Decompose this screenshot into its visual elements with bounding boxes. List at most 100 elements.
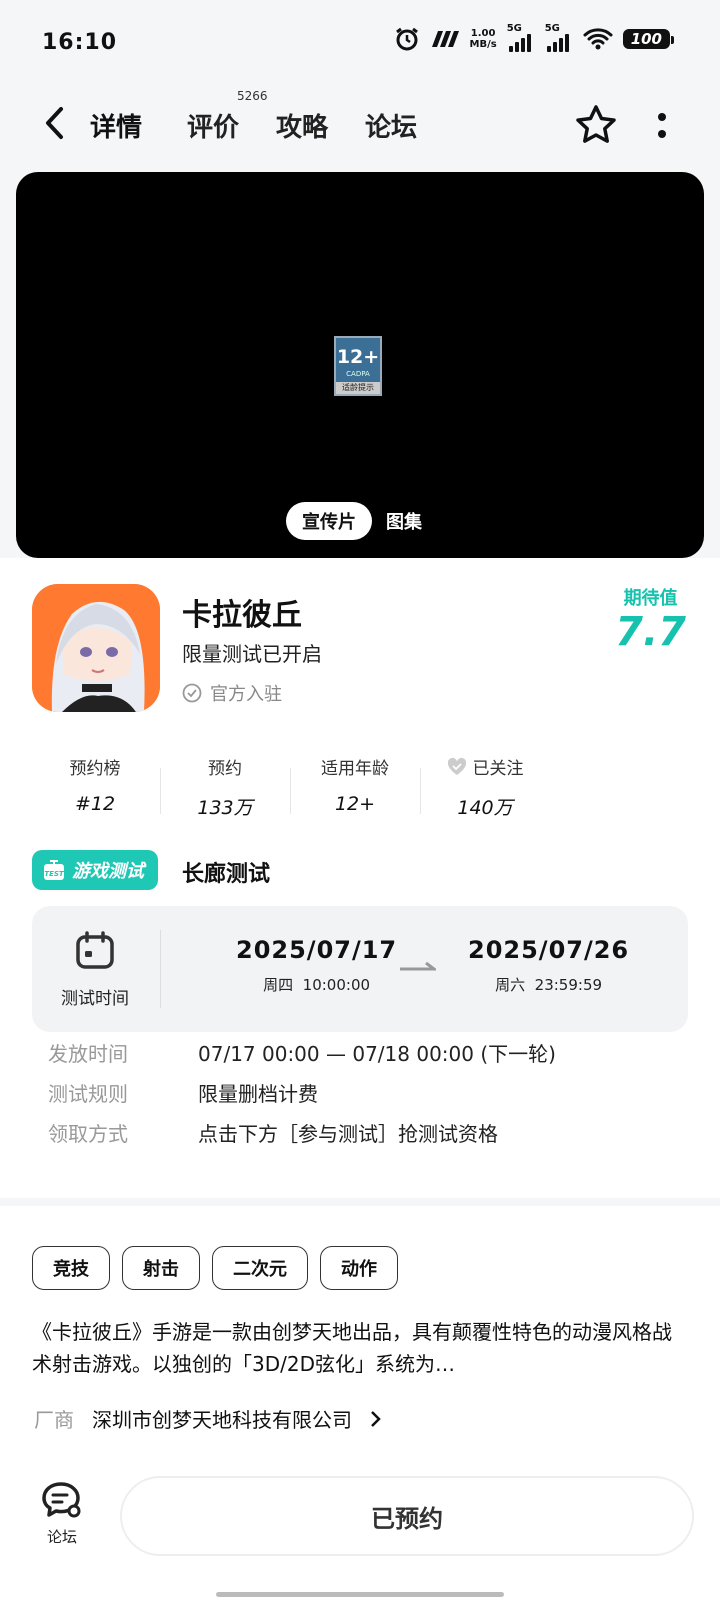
- chevron-right-icon: [371, 1410, 381, 1427]
- alarm-icon: [394, 26, 420, 52]
- arrow-right-icon: [400, 958, 439, 977]
- svg-text:TEST: TEST: [44, 870, 65, 878]
- test-end: 2025/07/26 周六 23:59:59: [468, 936, 629, 995]
- video-player[interactable]: 12+ CADPA 适龄提示 宣传片 图集: [16, 172, 704, 558]
- reserved-button[interactable]: 已预约: [120, 1476, 694, 1556]
- stat-follow-label: 已关注: [472, 759, 524, 779]
- rating-tip: 适龄提示: [336, 382, 380, 394]
- stat-rank-value: #12: [74, 793, 116, 815]
- stat-age-value: 12+: [334, 793, 376, 815]
- genre-tags: 竞技 射击 二次元 动作: [32, 1246, 398, 1290]
- status-icons: 1.00 MB/s 5G 5G 100: [394, 23, 675, 52]
- game-description[interactable]: 《卡拉彼丘》手游是一款由创梦天地出品，具有颠覆性特色的动漫风格战术射击游戏。以独…: [32, 1316, 682, 1380]
- genre-tag[interactable]: 竞技: [32, 1246, 110, 1290]
- star-icon: [576, 105, 616, 143]
- forum-label: 论坛: [46, 1528, 77, 1546]
- calendar-icon: [76, 930, 114, 969]
- test-name: 长廊测试: [182, 862, 271, 887]
- more-dot-icon: [658, 129, 666, 138]
- reviews-count-badge: 5266: [237, 89, 268, 103]
- net2-label: 5G: [544, 23, 560, 34]
- bottom-action-bar: 论坛 已预约: [0, 1468, 720, 1600]
- signal-5g-1-icon: 5G: [506, 23, 535, 52]
- age-rating-badge: 12+ CADPA 适龄提示: [334, 336, 382, 396]
- test-start-date: 2025/07/17: [236, 936, 398, 964]
- divider: [160, 930, 161, 1008]
- info-claim-label: 领取方式: [48, 1122, 128, 1146]
- expectation-score: 期待值 7.7: [615, 584, 686, 654]
- test-start-weekday: 周四: [263, 976, 294, 994]
- media-tabs: 宣传片 图集: [286, 502, 422, 540]
- info-row-rules: 测试规则 限量删档计费: [48, 1078, 318, 1107]
- test-time-card: 测试时间 2025/07/17 周四 10:00:00 2025/07/26 周…: [32, 906, 688, 1032]
- info-release-label: 发放时间: [48, 1042, 128, 1066]
- status-time: 16:10: [42, 30, 118, 55]
- heart-icon: [447, 757, 466, 775]
- battery-indicator: 100: [622, 29, 675, 49]
- tab-details-label: 详情: [90, 113, 143, 143]
- test-clock-icon: TEST: [44, 860, 65, 880]
- signal-5g-2-icon: 5G: [544, 23, 573, 52]
- expectation-label: 期待值: [623, 588, 678, 609]
- stat-reservations-value: 133万: [197, 797, 253, 819]
- tab-forum[interactable]: 论坛: [365, 107, 417, 144]
- rating-number: 12+: [336, 346, 380, 368]
- info-row-release: 发放时间 07/17 00:00 — 07/18 00:00 (下一轮): [48, 1038, 556, 1067]
- game-test-tag: TEST 游戏测试: [32, 850, 158, 890]
- forum-chat-icon: [42, 1482, 81, 1518]
- stat-rank[interactable]: 预约榜 #12: [30, 754, 160, 824]
- official-badge: 官方入驻: [182, 680, 282, 706]
- media-tab-gallery[interactable]: 图集: [386, 508, 422, 534]
- stat-follow[interactable]: 已关注 140万: [420, 754, 550, 824]
- vendor-label: 厂商: [34, 1408, 74, 1432]
- tab-details[interactable]: 详情: [84, 107, 149, 146]
- wifi-icon: [583, 27, 613, 51]
- info-row-claim: 领取方式 点击下方［参与测试］抢测试资格: [48, 1118, 498, 1147]
- test-end-date: 2025/07/26: [468, 936, 630, 964]
- genre-tag[interactable]: 动作: [320, 1246, 398, 1290]
- stat-reservations-label: 预约: [208, 759, 242, 779]
- info-rules-value: 限量删档计费: [198, 1082, 318, 1106]
- home-indicator[interactable]: [216, 1592, 504, 1597]
- test-end-time: 23:59:59: [534, 976, 603, 994]
- status-bar: 16:10 1.00 MB/s 5G 5G 100: [0, 0, 720, 90]
- game-subtitle: 限量测试已开启: [182, 642, 322, 666]
- forum-button[interactable]: 论坛: [36, 1480, 88, 1547]
- vendor-name: 深圳市创梦天地科技有限公司: [92, 1408, 352, 1432]
- speed-value: 1.00: [470, 28, 496, 39]
- expectation-value: 7.7: [615, 609, 686, 655]
- test-time-label-block: 测试时间: [32, 906, 158, 1032]
- notification-app-icon: [430, 29, 460, 49]
- official-label: 官方入驻: [210, 684, 282, 705]
- test-time-label: 测试时间: [61, 988, 129, 1009]
- tab-reviews[interactable]: 评价: [187, 107, 239, 144]
- game-test-tag-label: 游戏测试: [72, 861, 144, 882]
- tab-guides[interactable]: 攻略: [276, 107, 328, 144]
- genre-tag[interactable]: 射击: [122, 1246, 200, 1290]
- stat-follow-value: 140万: [457, 797, 513, 819]
- tab-guides-label: 攻略: [276, 113, 329, 143]
- media-tab-trailer[interactable]: 宣传片: [286, 502, 372, 540]
- favorite-button[interactable]: [570, 99, 622, 151]
- more-dot-icon: [658, 112, 666, 121]
- top-nav: 详情 评价 5266 攻略 论坛: [0, 89, 720, 155]
- info-release-value: 07/17 00:00 — 07/18 00:00 (下一轮): [198, 1042, 556, 1066]
- info-claim-value: 点击下方［参与测试］抢测试资格: [198, 1122, 498, 1146]
- back-button[interactable]: [36, 103, 72, 143]
- stat-age-label: 适用年龄: [321, 759, 389, 779]
- back-arrow-icon: [46, 107, 63, 139]
- info-rules-label: 测试规则: [48, 1082, 128, 1106]
- game-info-section: 卡拉彼丘 限量测试已开启 官方入驻 期待值 7.7 预约榜 #12 预约 133…: [0, 558, 720, 1198]
- net1-label: 5G: [506, 23, 522, 34]
- more-options-button[interactable]: [652, 105, 672, 145]
- network-speed: 1.00 MB/s: [470, 28, 497, 50]
- stat-rank-label: 预约榜: [69, 759, 121, 779]
- vendor-row[interactable]: 厂商 深圳市创梦天地科技有限公司: [34, 1404, 382, 1433]
- tab-forum-label: 论坛: [365, 113, 418, 143]
- stat-age: 适用年龄 12+: [290, 754, 420, 824]
- test-end-weekday: 周六: [495, 976, 526, 994]
- rating-org: CADPA: [346, 370, 370, 378]
- genre-tag[interactable]: 二次元: [212, 1246, 308, 1290]
- tab-reviews-label: 评价: [187, 113, 240, 143]
- game-icon: [32, 584, 160, 712]
